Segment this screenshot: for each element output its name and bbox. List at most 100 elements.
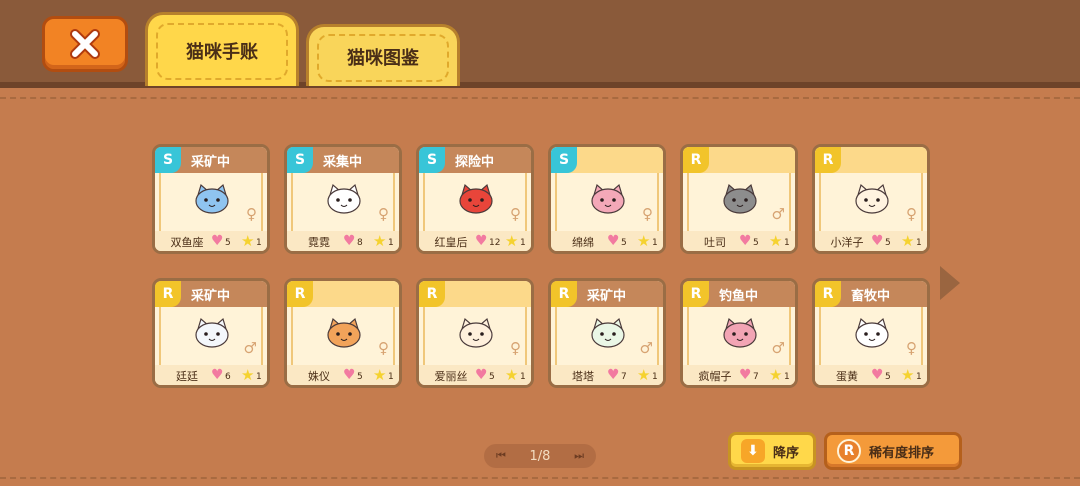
male-icon: ♂ (771, 339, 785, 357)
sort-by-rarity-label: 稀有度排序 (869, 445, 935, 461)
cat-portrait-area: ♀ (287, 173, 399, 231)
heart-icon: ♥ (871, 233, 884, 249)
star-level: 1 (916, 238, 922, 248)
activity-status: 畜牧中 (851, 289, 891, 304)
rarity-badge: S (155, 147, 181, 173)
sort-descending-button[interactable]: ⬇ 降序 (728, 432, 816, 470)
rarity-badge: R (815, 281, 841, 307)
cat-card[interactable]: R 钓鱼中 ♂ 疯帽子 ♥ 7 ★ 1 (680, 278, 798, 388)
star-icon: ★ (241, 366, 255, 384)
cat-card[interactable]: S 采矿中 ♀ 双鱼座 ♥ 5 ★ 1 (152, 144, 270, 254)
pink-flower-cat-icon (591, 183, 625, 214)
cat-card[interactable]: R ♀ 小洋子 ♥ 5 ★ 1 (812, 144, 930, 254)
unicorn-cat-icon (327, 183, 361, 214)
rarity-badge: R (683, 147, 709, 173)
close-button[interactable] (42, 16, 128, 72)
cat-portrait-area: ♀ (815, 307, 927, 365)
card-footer: 爱丽丝 ♥ 5 ★ 1 (419, 365, 531, 385)
divider (0, 97, 1080, 99)
nurse-cat-icon (327, 317, 361, 348)
cat-name: 蛋黄 (836, 370, 858, 383)
heart-icon: ♥ (211, 233, 224, 249)
tab-label: 猫咪图鉴 (347, 47, 419, 69)
heart-icon: ♥ (343, 233, 356, 249)
card-header: R (815, 147, 927, 173)
rarity-badge-icon: R (837, 439, 861, 463)
activity-status: 钓鱼中 (719, 289, 759, 304)
cat-name: 霓霓 (308, 236, 330, 249)
tab-cat-encyclopedia[interactable]: 猫咪图鉴 (306, 24, 460, 86)
star-icon: ★ (769, 232, 783, 250)
cat-card[interactable]: R ♀ 爱丽丝 ♥ 5 ★ 1 (416, 278, 534, 388)
star-icon: ★ (769, 366, 783, 384)
cat-portrait-area: ♀ (815, 173, 927, 231)
tab-cat-journal[interactable]: 猫咪手账 (145, 12, 299, 86)
card-header: R 采矿中 (155, 281, 267, 307)
cat-card[interactable]: R 畜牧中 ♀ 蛋黄 ♥ 5 ★ 1 (812, 278, 930, 388)
card-footer: 霓霓 ♥ 8 ★ 1 (287, 231, 399, 251)
card-header: S 采矿中 (155, 147, 267, 173)
cat-card[interactable]: S 采集中 ♀ 霓霓 ♥ 8 ★ 1 (284, 144, 402, 254)
cat-card[interactable]: S ♀ 绵绵 ♥ 5 ★ 1 (548, 144, 666, 254)
cream-cat-icon (855, 183, 889, 214)
cat-name: 红皇后 (434, 236, 468, 249)
affection-level: 8 (357, 238, 363, 248)
heart-icon: ♥ (607, 233, 620, 249)
cat-portrait-area: ♀ (419, 173, 531, 231)
card-footer: 绵绵 ♥ 5 ★ 1 (551, 231, 663, 251)
rarity-badge: S (419, 147, 445, 173)
cat-portrait-area: ♀ (551, 173, 663, 231)
cat-name: 小洋子 (830, 236, 864, 249)
cat-card[interactable]: R ♀ 姝仪 ♥ 5 ★ 1 (284, 278, 402, 388)
star-icon: ★ (901, 366, 915, 384)
affection-level: 5 (753, 238, 759, 248)
female-icon: ♀ (510, 205, 521, 223)
heart-icon: ♥ (211, 367, 224, 383)
affection-level: 12 (489, 238, 501, 248)
cat-portrait-area: ♂ (683, 173, 795, 231)
card-footer: 塔塔 ♥ 7 ★ 1 (551, 365, 663, 385)
heart-icon: ♥ (607, 367, 620, 383)
rarity-badge: R (419, 281, 445, 307)
next-page-arrow-icon[interactable] (940, 266, 960, 300)
cat-name: 绵绵 (572, 236, 594, 249)
cat-name: 双鱼座 (170, 236, 204, 249)
activity-status: 探险中 (455, 155, 495, 170)
rarity-badge: R (287, 281, 313, 307)
cat-card[interactable]: S 探险中 ♀ 红皇后 ♥ 12 ★ 1 (416, 144, 534, 254)
female-icon: ♀ (642, 205, 653, 223)
rarity-badge: R (815, 147, 841, 173)
star-level: 1 (652, 238, 658, 248)
next-page-icon[interactable]: ⏭ (574, 449, 584, 463)
female-icon: ♀ (510, 339, 521, 357)
affection-level: 5 (225, 238, 231, 248)
gray-cat-icon (723, 183, 757, 214)
female-icon: ♀ (906, 339, 917, 357)
star-icon: ★ (373, 232, 387, 250)
divider (0, 477, 1080, 479)
card-header: R 畜牧中 (815, 281, 927, 307)
heart-icon: ♥ (739, 367, 752, 383)
affection-level: 5 (489, 372, 495, 382)
blue-fish-cat-icon (195, 183, 229, 214)
cat-card[interactable]: R ♂ 吐司 ♥ 5 ★ 1 (680, 144, 798, 254)
card-header: R (683, 147, 795, 173)
card-header: R 采矿中 (551, 281, 663, 307)
cat-card[interactable]: R 采矿中 ♂ 廷廷 ♥ 6 ★ 1 (152, 278, 270, 388)
cat-portrait-area: ♂ (683, 307, 795, 365)
card-header: R (419, 281, 531, 307)
star-level: 1 (388, 238, 394, 248)
star-level: 1 (256, 238, 262, 248)
star-icon: ★ (505, 232, 519, 250)
rarity-badge: S (551, 147, 577, 173)
sort-by-rarity-button[interactable]: R 稀有度排序 (824, 432, 962, 470)
affection-level: 5 (621, 238, 627, 248)
prev-page-icon[interactable]: ⏮ (496, 449, 506, 463)
cat-card[interactable]: R 采矿中 ♂ 塔塔 ♥ 7 ★ 1 (548, 278, 666, 388)
pagination: ⏮ 1/8 ⏭ (484, 444, 596, 468)
card-footer: 小洋子 ♥ 5 ★ 1 (815, 231, 927, 251)
cat-name: 塔塔 (572, 370, 594, 383)
mad-hatter-cat-icon (723, 317, 757, 348)
white-cat-icon (195, 317, 229, 348)
activity-status: 采矿中 (191, 155, 231, 170)
